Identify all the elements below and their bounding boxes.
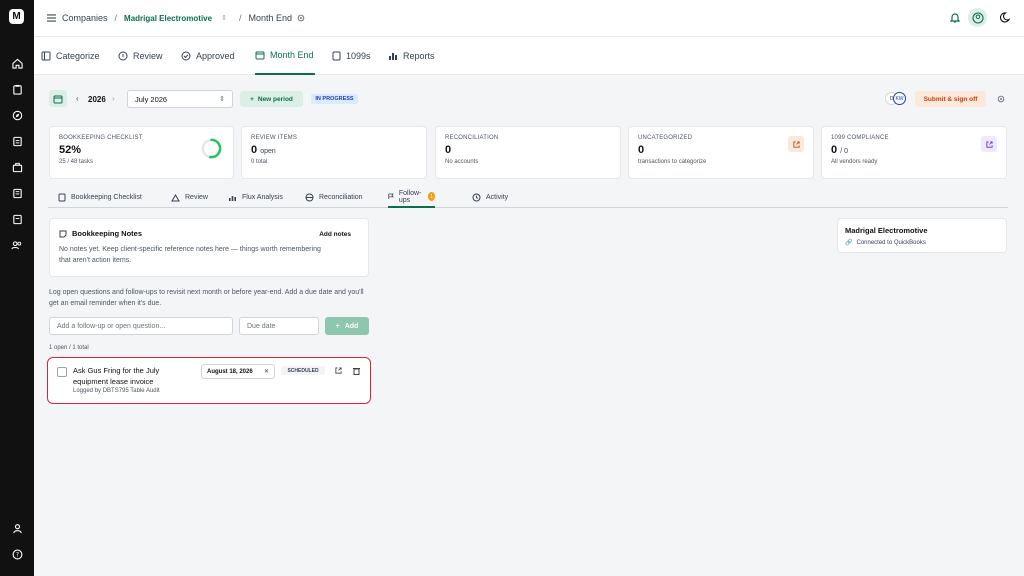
stat-uncategorized[interactable]: UNCATEGORIZED 0 transactions to categori…	[628, 126, 814, 179]
tab-reconciliation[interactable]: Reconciliation	[305, 187, 363, 208]
followup-count: 1 open / 1 total	[49, 345, 89, 351]
menu-icon[interactable]	[47, 14, 60, 22]
tab-review[interactable]: Review	[118, 37, 163, 75]
tab-activity[interactable]: Activity	[472, 187, 508, 208]
chevron-updown-icon[interactable]: ⇕	[221, 14, 227, 22]
user-icon[interactable]	[9, 520, 25, 536]
account-icon[interactable]	[968, 8, 987, 27]
followup-checkbox[interactable]	[57, 367, 67, 377]
edit-icon[interactable]	[335, 367, 342, 374]
tab-flux-analysis[interactable]: Flux Analysis	[228, 187, 283, 208]
tab-1099s[interactable]: 1099s	[332, 37, 371, 75]
tab-categorize[interactable]: Categorize	[41, 37, 100, 75]
add-followup-button[interactable]: + Add	[325, 317, 369, 335]
progress-ring	[201, 138, 222, 159]
crumb-companies[interactable]: Companies	[62, 13, 108, 23]
users-icon[interactable]	[9, 237, 25, 253]
notes-empty-text: No notes yet. Keep client-specific refer…	[59, 246, 321, 264]
bell-icon[interactable]	[950, 12, 960, 23]
submit-signoff-button[interactable]: Submit & sign off	[915, 91, 986, 107]
year-label: 2026	[88, 95, 106, 104]
top-bar: Companies / Madrigal Electromotive ⇕ / M…	[34, 0, 1024, 37]
followup-logged-by: Logged by DBTS795 Table Audit	[73, 388, 160, 394]
crumb-page[interactable]: Month End	[248, 13, 292, 23]
add-notes-button[interactable]: Add notes	[319, 231, 351, 238]
help-icon[interactable]: ?	[9, 546, 25, 562]
main-nav: Categorize Review Approved Month End 109…	[34, 37, 1024, 75]
chevron-updown-icon: ⇕	[219, 96, 225, 103]
month-select[interactable]: July 2026 ⇕	[127, 90, 233, 108]
settings-icon[interactable]	[297, 14, 305, 22]
moon-icon[interactable]	[1000, 11, 1012, 23]
plus-icon: +	[335, 322, 340, 330]
breadcrumb: Companies / Madrigal Electromotive ⇕ / M…	[62, 13, 305, 23]
calendar-button[interactable]	[49, 90, 67, 107]
next-year-button[interactable]: ›	[112, 94, 115, 103]
tab-approved[interactable]: Approved	[181, 37, 235, 75]
tab-reports[interactable]: Reports	[388, 37, 435, 75]
plus-icon: +	[250, 95, 254, 103]
clear-date-icon[interactable]: ✕	[264, 368, 269, 375]
clipboard-icon[interactable]	[9, 81, 25, 97]
compass-icon[interactable]	[9, 107, 25, 123]
stat-reconciliation[interactable]: RECONCILIATION 0 No accounts	[435, 126, 621, 179]
tab-review[interactable]: Review	[171, 187, 208, 208]
prev-year-button[interactable]: ‹	[76, 94, 79, 103]
company-name: Madrigal Electromotive	[845, 226, 928, 235]
followup-date[interactable]: August 18, 2026 ✕	[201, 364, 275, 379]
report-icon[interactable]	[9, 211, 25, 227]
new-period-button[interactable]: + New period	[240, 91, 303, 107]
settings-icon[interactable]	[997, 95, 1005, 103]
notes-card: Bookkeeping Notes Add notes No notes yet…	[49, 218, 369, 277]
followup-text[interactable]: Ask Gus Fring for the July equipment lea…	[73, 365, 183, 387]
stat-1099-compliance[interactable]: 1099 COMPLIANCE 0 / 0 All vendors ready	[821, 126, 1007, 179]
document-icon[interactable]	[9, 133, 25, 149]
company-card: Madrigal Electromotive 🔗 Connected to Qui…	[837, 218, 1007, 253]
home-icon[interactable]	[9, 55, 25, 71]
left-rail: M ?	[0, 0, 34, 576]
followup-input[interactable]: Add a follow-up or open question...	[49, 317, 233, 335]
stat-review-items[interactable]: REVIEW ITEMS 0 open 0 total	[241, 126, 427, 179]
stat-checklist[interactable]: BOOKKEEPING CHECKLIST 52% 25 / 48 tasks	[49, 126, 234, 179]
external-link-icon[interactable]	[788, 136, 804, 152]
notes-title: Bookkeeping Notes	[59, 229, 359, 238]
due-date-input[interactable]: Due date	[239, 317, 319, 335]
crumb-company[interactable]: Madrigal Electromotive	[124, 14, 212, 23]
link-icon: 🔗	[845, 240, 853, 246]
ledger-icon[interactable]	[9, 185, 25, 201]
note-icon	[59, 230, 67, 237]
connection-status: 🔗 Connected to QuickBooks	[845, 239, 926, 247]
followups-intro: Log open questions and follow-ups to rev…	[49, 289, 364, 307]
status-badge: SCHEDULED	[281, 366, 325, 375]
avatar[interactable]: KW	[893, 92, 906, 105]
external-link-icon[interactable]	[981, 136, 997, 152]
status-badge: IN PROGRESS	[311, 94, 358, 104]
briefcase-icon[interactable]	[9, 159, 25, 175]
trash-icon[interactable]	[353, 367, 360, 375]
tab-bookkeeping-checklist[interactable]: Bookkeeping Checklist	[58, 187, 142, 208]
app-logo[interactable]: M	[9, 9, 24, 24]
subtabs: Bookkeeping Checklist Review Flux Analys…	[48, 187, 1008, 208]
tab-month-end[interactable]: Month End	[255, 37, 315, 75]
followup-item[interactable]: Ask Gus Fring for the July equipment lea…	[47, 357, 371, 404]
svg-text:?: ?	[15, 551, 18, 558]
tab-follow-ups[interactable]: Follow-ups 1	[388, 187, 435, 208]
count-badge: 1	[428, 192, 435, 201]
